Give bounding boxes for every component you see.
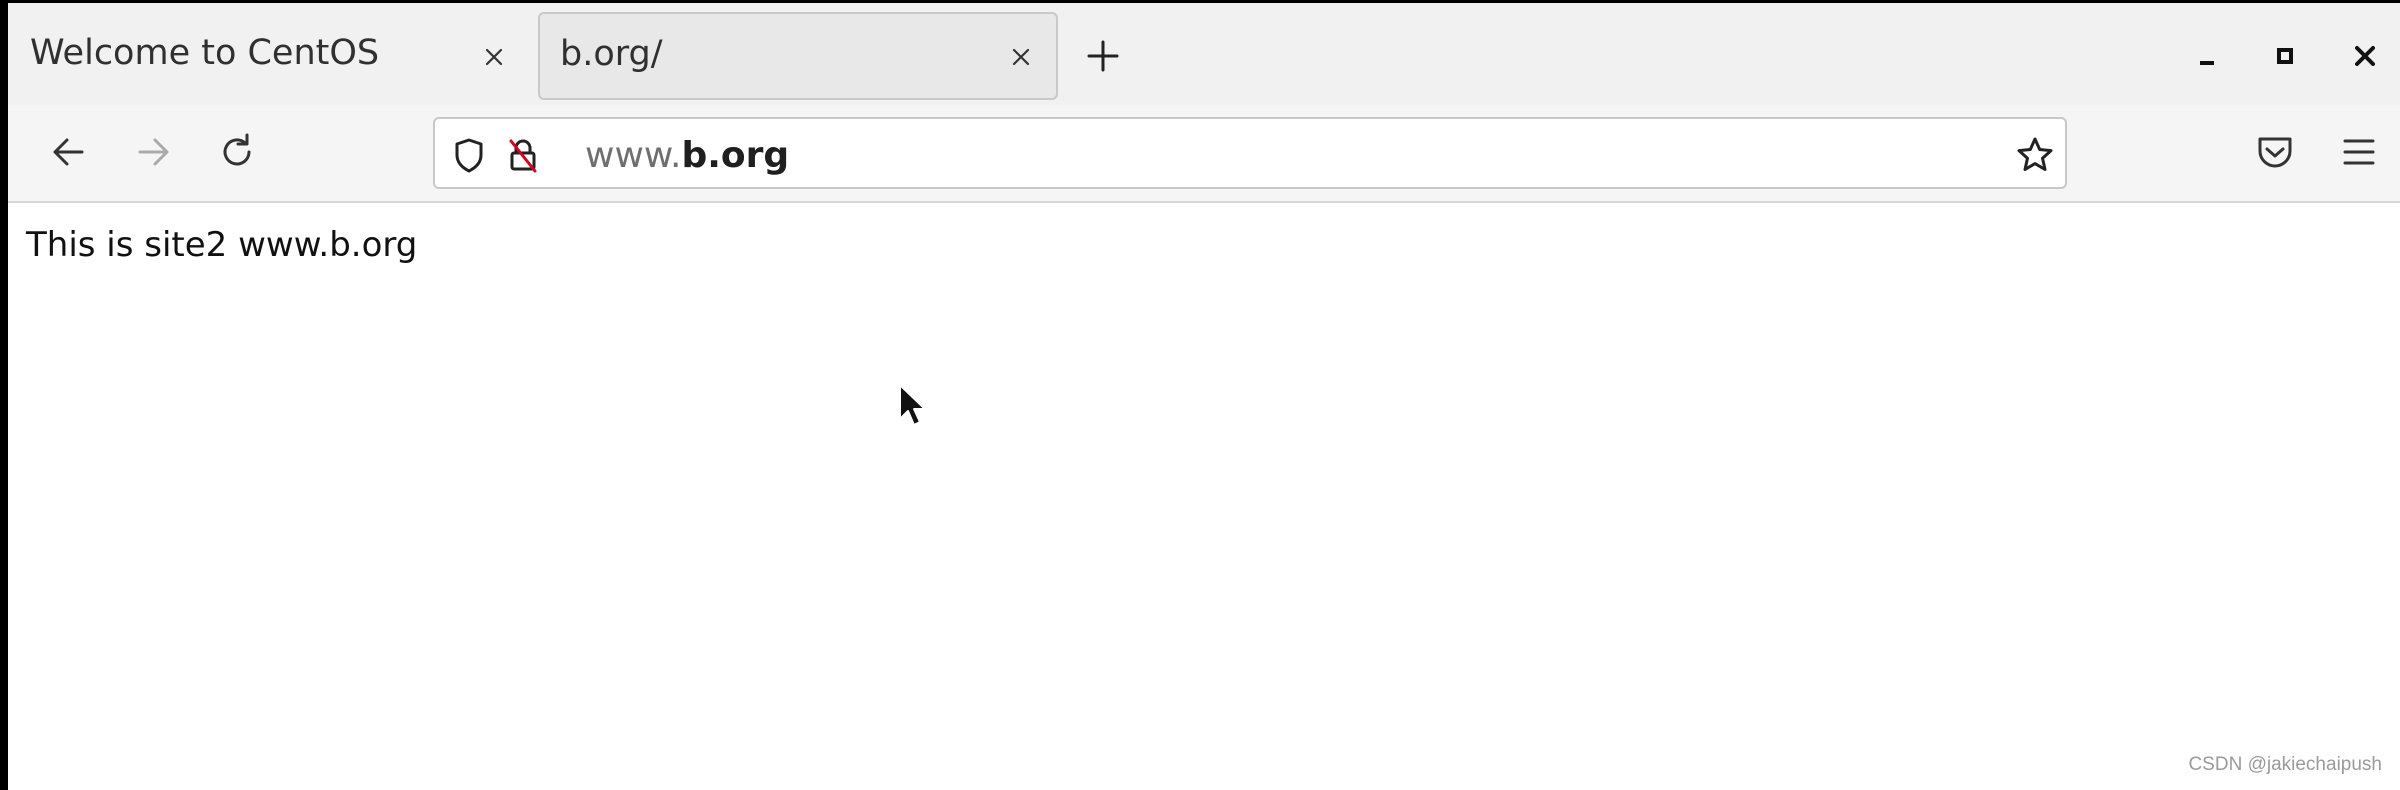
new-tab-plus-icon[interactable] [1083, 36, 1123, 76]
navigation-toolbar: www.b.org [8, 105, 2400, 203]
tab-welcome-to-centos[interactable]: Welcome to CentOS [8, 3, 534, 103]
reload-icon[interactable] [214, 129, 260, 175]
page-content: This is site2 www.b.org CSDN @jakiechaip… [8, 203, 2400, 790]
tab-b-org[interactable]: b.org/ [538, 12, 1058, 100]
insecure-lock-icon[interactable] [503, 135, 543, 175]
tab-bar: Welcome to CentOS b.org/ [8, 3, 2400, 107]
tab-close-icon[interactable] [1005, 41, 1037, 73]
tab-title: b.org/ [560, 34, 663, 74]
url-domain: b.org [681, 135, 790, 176]
pocket-icon[interactable] [2252, 129, 2298, 175]
url-bar[interactable]: www.b.org [433, 117, 2067, 189]
maximize-icon[interactable] [2270, 41, 2300, 71]
url-prefix: www. [585, 135, 682, 176]
page-body-text: This is site2 www.b.org [26, 225, 418, 265]
forward-arrow-icon[interactable] [130, 129, 176, 175]
close-icon[interactable] [2350, 41, 2380, 71]
minimize-icon[interactable] [2192, 41, 2222, 71]
bookmark-star-icon[interactable] [2015, 135, 2055, 175]
back-arrow-icon[interactable] [46, 129, 92, 175]
url-text[interactable]: www.b.org [585, 135, 789, 176]
hamburger-menu-icon[interactable] [2336, 129, 2382, 175]
tab-title: Welcome to CentOS [30, 33, 380, 73]
browser-window: Welcome to CentOS b.org/ www.b.org This … [8, 3, 2400, 790]
tracking-shield-icon[interactable] [449, 135, 489, 175]
tab-close-icon[interactable] [478, 41, 510, 73]
watermark: CSDN @jakiechaipush [2188, 754, 2382, 775]
mouse-pointer-icon [898, 383, 932, 433]
